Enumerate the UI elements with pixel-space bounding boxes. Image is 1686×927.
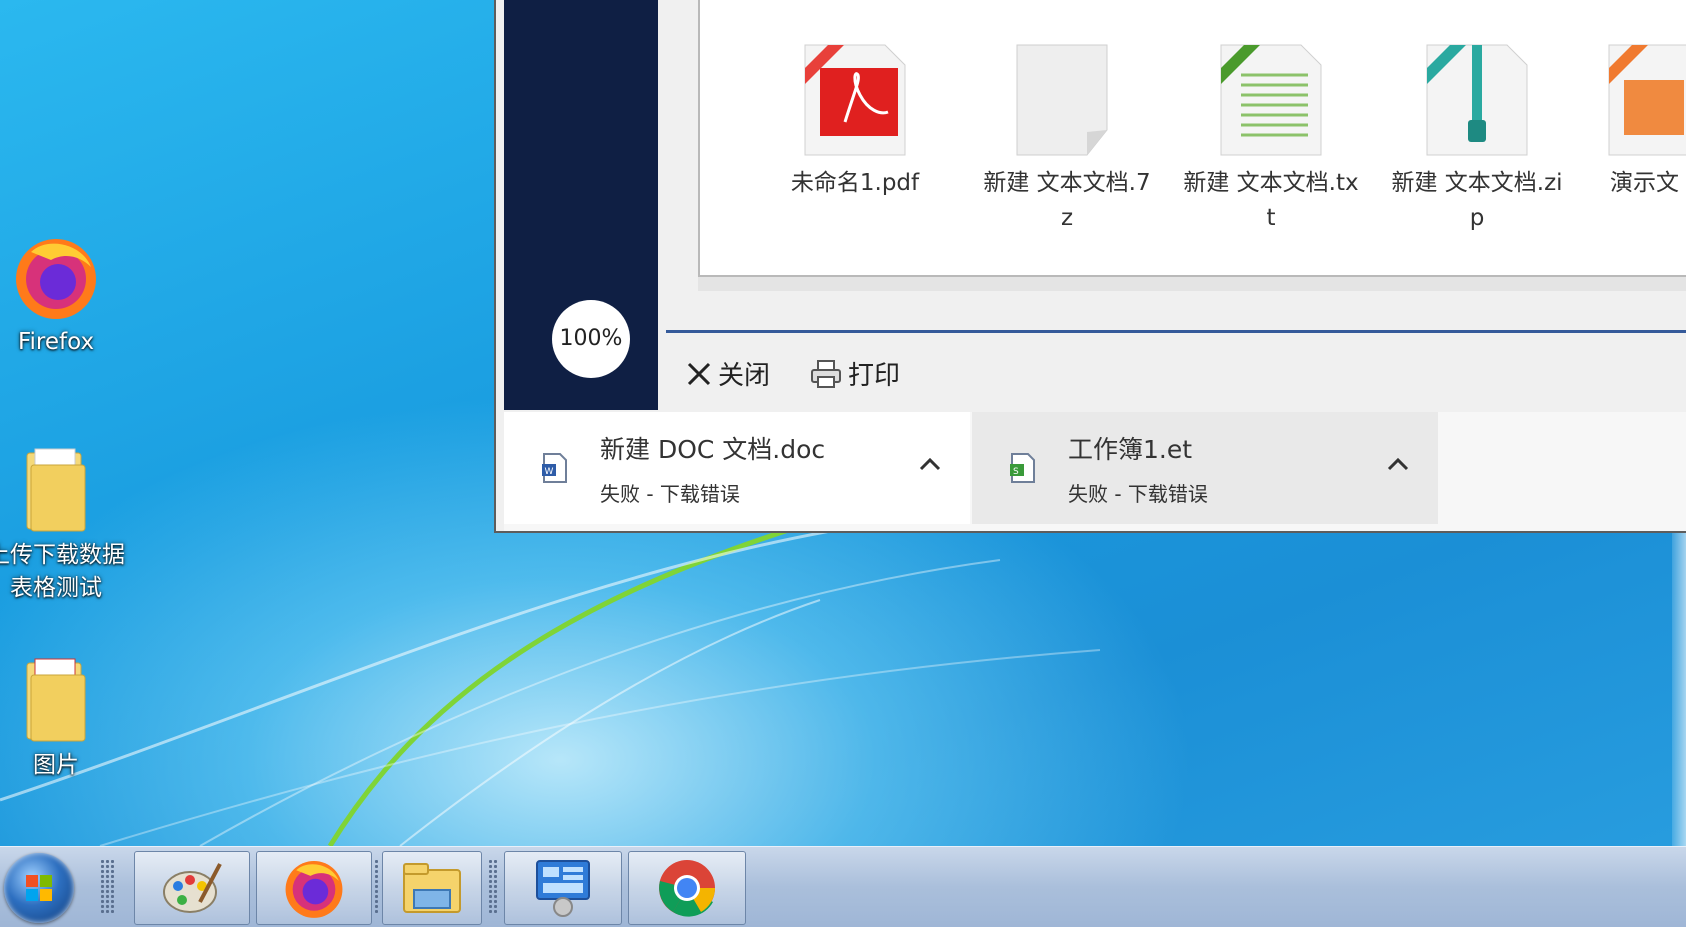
svg-text:S: S bbox=[1013, 467, 1019, 477]
file-item[interactable]: 新建 文本文档.txt bbox=[1166, 40, 1376, 236]
word-file-icon: W bbox=[542, 453, 567, 483]
download-name: 新建 DOC 文档.doc bbox=[600, 435, 826, 464]
chevron-up-icon[interactable] bbox=[918, 454, 942, 474]
download-name: 工作簿1.et bbox=[1068, 435, 1193, 464]
taskbar-firefox[interactable] bbox=[256, 851, 372, 925]
download-item[interactable]: S 工作簿1.et 失败 - 下载错误 bbox=[972, 412, 1438, 524]
print-label: 打印 bbox=[848, 361, 901, 391]
zip-file-icon bbox=[1426, 44, 1528, 156]
divider bbox=[666, 330, 1686, 333]
printer-icon bbox=[811, 359, 841, 388]
spreadsheet-file-icon: S bbox=[1010, 453, 1035, 483]
taskbar-grip[interactable] bbox=[100, 859, 114, 915]
file-name: 新建 文本文档.7z bbox=[983, 170, 1151, 231]
firefox-icon bbox=[16, 239, 96, 319]
control-panel-icon bbox=[536, 860, 590, 917]
desktop-icon-pictures[interactable]: 图片 bbox=[0, 655, 126, 782]
taskbar-control-panel[interactable] bbox=[504, 851, 622, 925]
file-name: 演示文 bbox=[1610, 170, 1679, 196]
pdf-file-icon bbox=[804, 44, 906, 156]
taskbar-separator bbox=[488, 859, 498, 915]
desktop-icon-label: 图片 bbox=[33, 752, 79, 778]
file-item[interactable]: 演示文 bbox=[1570, 40, 1686, 201]
firefox-icon bbox=[285, 860, 343, 918]
thumbnail-sidebar: 100% bbox=[504, 0, 658, 410]
file-name: 新建 文本文档.zip bbox=[1391, 170, 1563, 231]
desktop-icon-firefox[interactable]: Firefox bbox=[0, 232, 126, 359]
pptx-file-icon bbox=[1608, 44, 1686, 156]
download-status: 失败 - 下载错误 bbox=[1068, 482, 1208, 506]
close-label: 关闭 bbox=[718, 361, 771, 391]
download-status: 失败 - 下载错误 bbox=[600, 482, 740, 506]
viewer-window: 100% 未命名1.pdf 新建 文本文档.7z 新建 文本文档.txt 新建 … bbox=[494, 0, 1686, 533]
file-item[interactable]: 新建 文本文档.zip bbox=[1372, 40, 1582, 236]
7z-file-icon bbox=[1016, 44, 1108, 156]
windows-logo-icon bbox=[26, 875, 52, 901]
taskbar-file-explorer[interactable] bbox=[382, 851, 482, 925]
taskbar-paint[interactable] bbox=[134, 851, 250, 925]
file-explorer-icon bbox=[403, 863, 461, 913]
download-item[interactable]: W 新建 DOC 文档.doc 失败 - 下载错误 bbox=[504, 412, 970, 524]
svg-text:W: W bbox=[545, 467, 554, 477]
downloads-bar: W 新建 DOC 文档.doc 失败 - 下载错误 S 工作簿1.et 失败 -… bbox=[504, 412, 1686, 531]
txt-file-icon bbox=[1220, 44, 1322, 156]
action-bar: 关闭 打印 bbox=[666, 355, 1686, 405]
horizontal-scrollbar[interactable] bbox=[698, 277, 1686, 291]
taskbar bbox=[0, 846, 1686, 927]
chevron-up-icon[interactable] bbox=[1386, 454, 1410, 474]
file-item[interactable]: 未命名1.pdf bbox=[750, 40, 960, 201]
zoom-indicator[interactable]: 100% bbox=[552, 300, 630, 378]
folder-icon bbox=[26, 658, 86, 742]
close-icon bbox=[687, 362, 711, 385]
taskbar-separator bbox=[374, 859, 380, 915]
taskbar-chrome[interactable] bbox=[628, 851, 746, 925]
file-item[interactable]: 新建 文本文档.7z bbox=[962, 40, 1172, 236]
paint-icon bbox=[163, 863, 222, 913]
desktop-icon-label: Firefox bbox=[17, 329, 95, 355]
file-name: 新建 文本文档.txt bbox=[1183, 170, 1359, 231]
close-button[interactable]: 关闭 bbox=[686, 355, 770, 392]
print-button[interactable]: 打印 bbox=[810, 355, 900, 392]
file-grid: 未命名1.pdf 新建 文本文档.7z 新建 文本文档.txt 新建 文本文档.… bbox=[698, 0, 1686, 277]
chrome-icon bbox=[659, 860, 715, 917]
folder-icon bbox=[26, 448, 86, 532]
file-name: 未命名1.pdf bbox=[790, 170, 920, 196]
desktop-icon-label: 上传下载数据表格测试 bbox=[0, 542, 125, 601]
desktop-icon-folder-upload[interactable]: 上传下载数据表格测试 bbox=[0, 445, 126, 605]
start-button[interactable] bbox=[4, 853, 74, 923]
